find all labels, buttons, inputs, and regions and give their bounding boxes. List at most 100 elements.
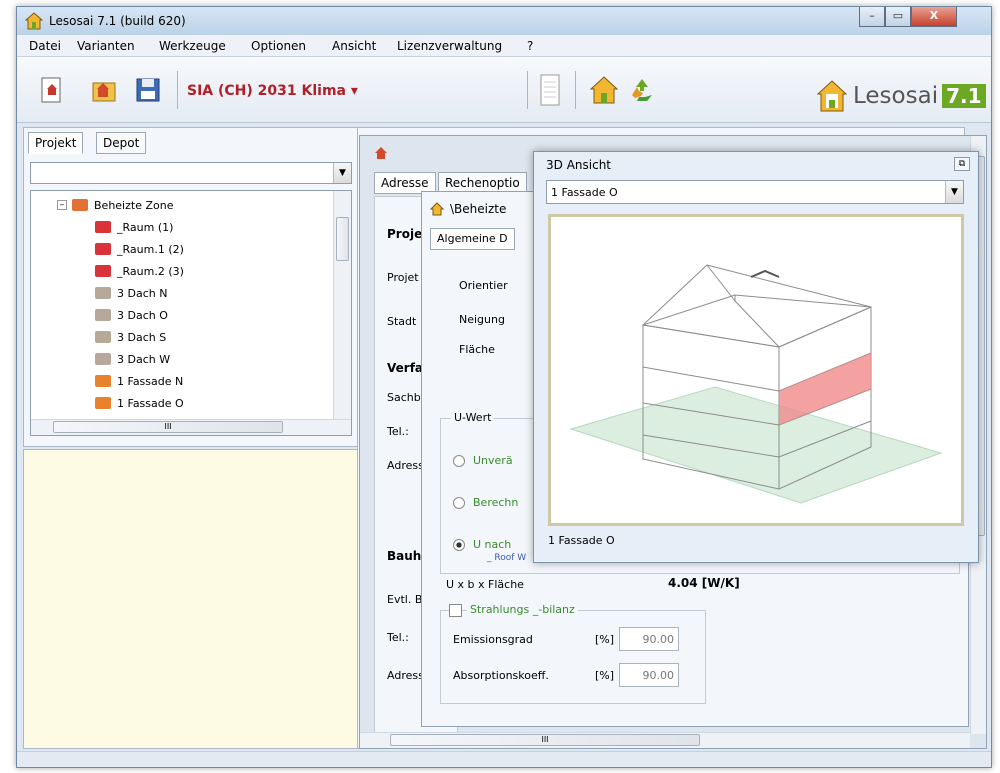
toolbar-separator (177, 71, 178, 109)
project-combo[interactable]: ▼ (30, 162, 352, 184)
tree-item-label: _Raum (1) (117, 220, 174, 234)
tree-item[interactable]: _Raum.1 (2) (95, 239, 184, 259)
tree-item[interactable]: _Raum (1) (95, 217, 173, 237)
chevron-down-icon[interactable]: ▼ (945, 181, 963, 203)
3d-view-dialog: 3D Ansicht ⧉ 1 Fassade O ▼ 1 Fassade O (533, 151, 979, 563)
label-orientierung: Orientier (459, 279, 508, 292)
tab-allgemeine-daten[interactable]: Algemeine D (430, 228, 515, 250)
roof-icon (95, 287, 111, 299)
scrollbar-thumb[interactable] (336, 217, 349, 261)
3d-view-caption: 1 Fassade O (548, 534, 615, 547)
tree-item-label: 3 Dach O (117, 308, 168, 322)
collapse-icon[interactable]: – (57, 200, 67, 210)
tree-item[interactable]: 1 Fassade N (95, 371, 183, 391)
roof-icon (95, 353, 111, 365)
absorption-input[interactable]: 90.00 (619, 663, 679, 687)
brand-version-badge: 7.1 (942, 84, 986, 108)
section-projekt: Proje (387, 227, 423, 241)
menu-lizenzverwaltung[interactable]: Lizenzverwaltung (397, 39, 502, 53)
main-window: Lesosai 7.1 (build 620) – ▭ X Datei Vari… (16, 6, 992, 768)
tree-item[interactable]: 3 Dach S (95, 327, 166, 347)
climate-dropdown[interactable]: SIA (CH) 2031 Klima ▾ (187, 83, 358, 99)
uwert-group-label: U-Wert (451, 411, 495, 424)
recycle-icon[interactable] (627, 75, 657, 105)
minimize-button[interactable]: – (859, 7, 885, 27)
scrollbar-thumb[interactable]: III (390, 734, 700, 746)
roof-note: _ Roof W (487, 553, 527, 563)
chevron-down-icon[interactable]: ▼ (333, 163, 351, 183)
tree-item-label: 3 Dach S (117, 330, 167, 344)
notes-icon[interactable] (535, 73, 565, 107)
roof-icon (95, 309, 111, 321)
room-icon (95, 243, 111, 255)
menu-datei[interactable]: Datei (29, 39, 61, 53)
tab-depot[interactable]: Depot (96, 132, 147, 154)
element-house-icon (430, 202, 444, 216)
brand-text: Lesosai (853, 83, 939, 109)
label-tel-2: Tel.: (387, 631, 409, 644)
tree-item[interactable]: 1 Fassade O (95, 393, 184, 413)
save-icon[interactable] (133, 75, 163, 105)
toolbar-separator (575, 71, 576, 109)
brand-house-icon (817, 80, 847, 112)
label-projekt: Projet (387, 271, 419, 284)
menu-werkzeuge[interactable]: Werkzeuge (159, 39, 226, 53)
menu-help[interactable]: ? (527, 39, 533, 53)
open-project-icon[interactable] (89, 75, 119, 105)
scrollbar-thumb[interactable]: III (53, 421, 283, 433)
maximize-button[interactable]: ▭ (885, 7, 911, 27)
label-stadt: Stadt (387, 315, 417, 328)
3d-viewport[interactable] (548, 214, 964, 526)
close-button[interactable]: X (911, 7, 957, 27)
room-icon (95, 221, 111, 233)
document-house-icon (375, 147, 387, 159)
tree-item[interactable]: 3 Dach O (95, 305, 168, 325)
tree-item[interactable]: – Beheizte Zone (57, 195, 173, 215)
radio-unveraendert[interactable] (453, 455, 465, 467)
label-evtl: Evtl. B (387, 593, 423, 606)
toolbar-separator (527, 71, 528, 109)
menu-bar: Datei Varianten Werkzeuge Optionen Ansic… (17, 35, 991, 57)
absorption-unit: [%] (595, 669, 615, 682)
radio-u-nach[interactable] (453, 539, 465, 551)
app-logo-icon (25, 12, 43, 30)
tree-item-label: _Raum.1 (2) (117, 242, 184, 256)
tree-item-label: 1 Fassade O (117, 396, 184, 410)
project-panel: Projekt Depot ▼ – Beheizte Zone _Raum (1… (23, 127, 359, 447)
tree-item[interactable]: 3 Dach N (95, 283, 167, 303)
radio-berechnet[interactable] (453, 497, 465, 509)
window-title: Lesosai 7.1 (build 620) (49, 14, 186, 28)
zone-icon (72, 199, 88, 211)
room-icon (95, 265, 111, 277)
label-neigung: Neigung (459, 313, 505, 326)
tree-item[interactable]: 3 Dach W (95, 349, 170, 369)
building-3d-model (569, 264, 943, 504)
emission-input[interactable]: 90.00 (619, 627, 679, 651)
tree-vertical-scrollbar[interactable] (333, 191, 351, 419)
restore-icon[interactable]: ⧉ (954, 157, 970, 171)
highlighted-facade (779, 353, 871, 425)
strahlung-checkbox[interactable] (449, 604, 462, 617)
house-edit-icon[interactable] (589, 75, 619, 105)
menu-optionen[interactable]: Optionen (251, 39, 306, 53)
menu-varianten[interactable]: Varianten (77, 39, 135, 53)
tree-item-label: 3 Dach W (117, 352, 171, 366)
tree-item[interactable]: _Raum.2 (3) (95, 261, 184, 281)
title-bar[interactable]: Lesosai 7.1 (build 620) – ▭ X (17, 7, 991, 35)
element-select[interactable]: 1 Fassade O ▼ (546, 180, 964, 204)
tree-item-label: _Raum.2 (3) (117, 264, 184, 278)
label-tel: Tel.: (387, 425, 409, 438)
tree-horizontal-scrollbar[interactable]: III (31, 419, 351, 435)
radio-u-nach-label: U nach (473, 538, 512, 551)
menu-ansicht[interactable]: Ansicht (332, 39, 376, 53)
document-horizontal-scrollbar[interactable]: III (360, 732, 970, 748)
project-tree: – Beheizte Zone _Raum (1) _Raum.1 (2) _R… (30, 190, 352, 436)
tab-projekt[interactable]: Projekt (28, 132, 84, 154)
new-project-icon[interactable] (37, 75, 67, 105)
tree-item-label: 1 Fassade N (117, 374, 184, 388)
element-window-title: \Beheizte (450, 202, 507, 216)
label-emissionsgrad: Emissionsgrad (453, 633, 533, 646)
status-bar (17, 751, 991, 767)
label-adresse-2: Adress (387, 669, 424, 682)
info-area (23, 449, 359, 749)
